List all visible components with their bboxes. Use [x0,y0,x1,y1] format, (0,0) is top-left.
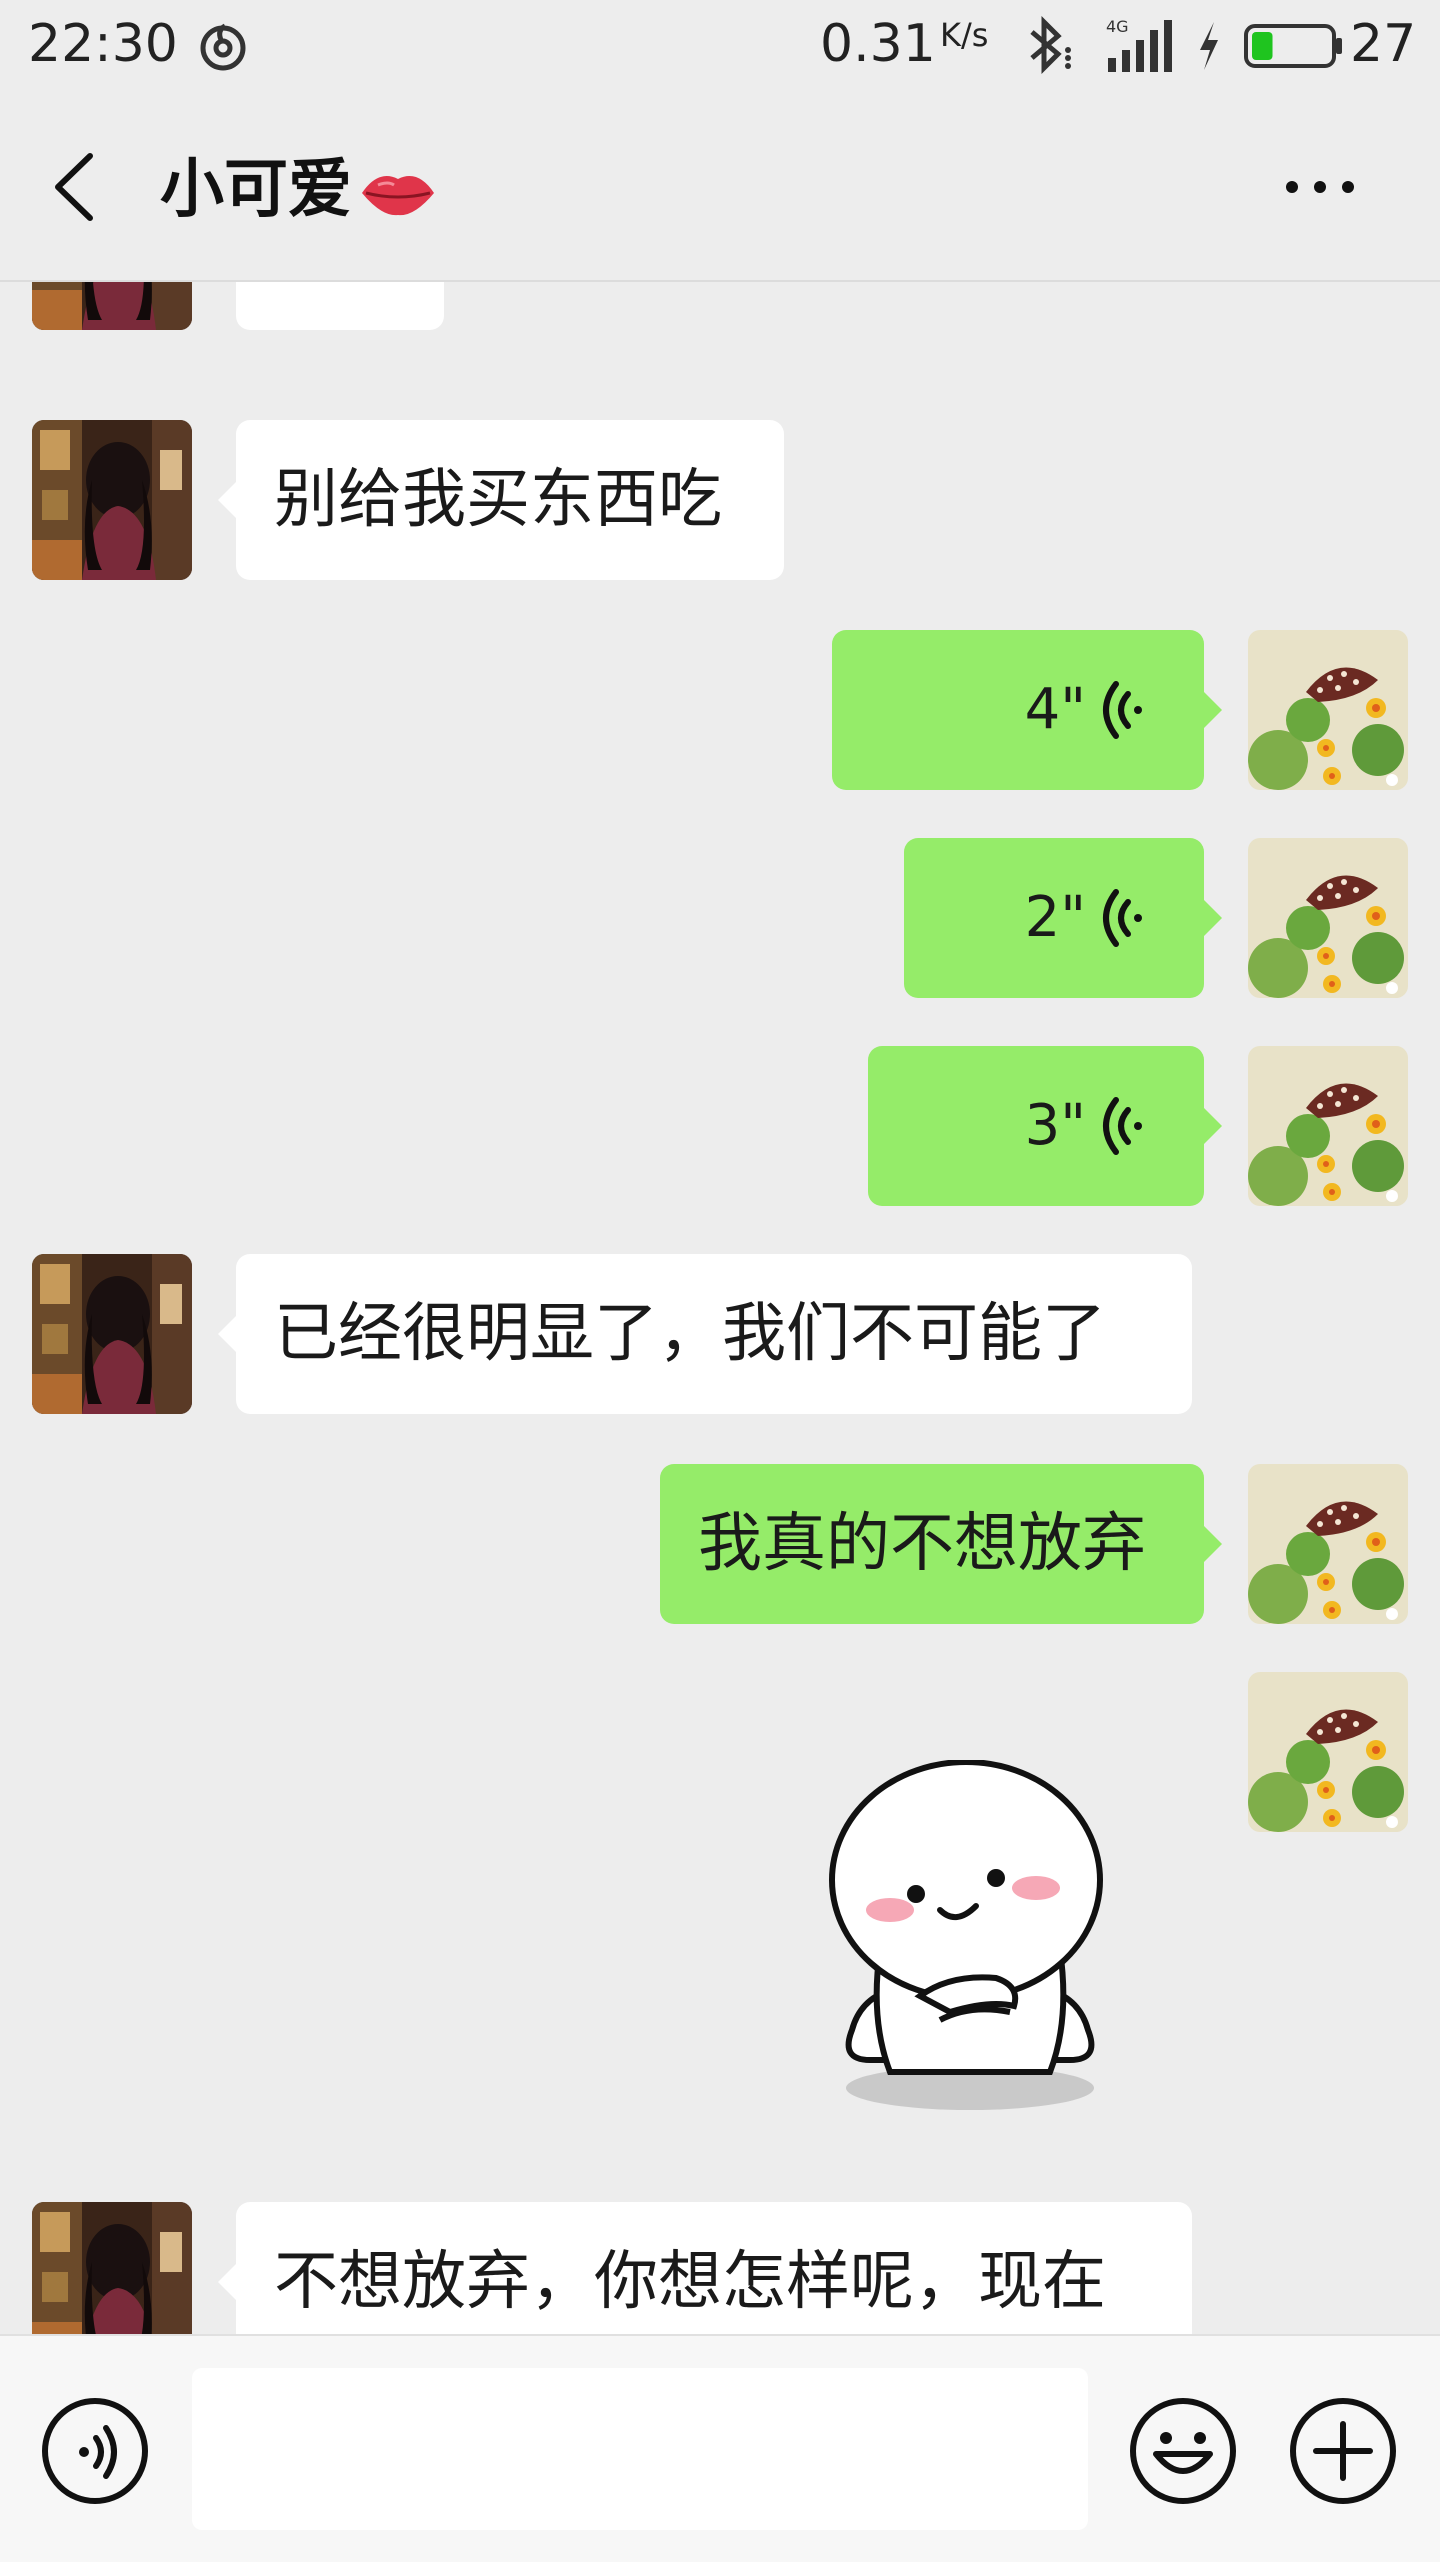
message-outgoing-voice: 2" [0,838,1440,998]
message-incoming: 谢谢 [0,282,1440,330]
chat-header: 小可爱 [0,92,1440,282]
voice-message-bubble[interactable]: 4" [832,630,1222,790]
message-text: 我真的不想放弃 [698,1507,1146,1581]
chat-title[interactable]: 小可爱 [160,138,438,230]
message-text: 不想放弃，你想怎样呢，现在 [274,2245,1106,2319]
voice-duration: 3" [1024,1093,1086,1158]
my-avatar[interactable] [1248,838,1408,998]
message-bubble[interactable]: 别给我买东西吃 [218,420,784,580]
voice-duration: 4" [1024,677,1086,742]
signal-icon: 4G [1106,17,1172,72]
back-arrow-icon[interactable] [40,142,116,232]
contact-avatar[interactable] [32,1254,192,1414]
message-bubble[interactable]: 我真的不想放弃 [660,1464,1222,1624]
signal-label: 4G [1106,17,1129,36]
netease-music-icon [200,23,246,71]
emoji-icon[interactable] [1128,2396,1238,2506]
message-outgoing-sticker [0,1672,1440,2172]
status-time: 22:30 [28,14,178,74]
message-incoming: 别给我买东西吃 [0,420,1440,580]
net-speed-unit: K/s [940,16,989,54]
message-incoming: 不想放弃，你想怎样呢，现在 [0,2202,1440,2334]
message-text: 已经很明显了，我们不可能了 [274,1297,1106,1371]
message-bubble[interactable]: 不想放弃，你想怎样呢，现在 [218,2202,1192,2334]
status-bar: 22:30 0.31 K/s 4G 27 [0,0,1440,92]
message-text: 别给我买东西吃 [274,463,722,537]
my-avatar[interactable] [1248,1672,1408,1832]
more-options-icon[interactable] [1280,172,1360,202]
chat-title-text: 小可爱 [160,153,352,227]
net-speed: 0.31 [820,14,936,74]
message-list[interactable]: 谢谢 别给我买东西吃 4" 2" 3" 已经很明 [0,282,1440,2334]
message-bubble[interactable]: 已经很明显了，我们不可能了 [218,1254,1192,1414]
contact-avatar[interactable] [32,282,192,330]
voice-wave-icon [1098,680,1154,740]
battery-icon [1244,24,1342,68]
my-avatar[interactable] [1248,1464,1408,1624]
voice-wave-icon [1098,888,1154,948]
voice-message-bubble[interactable]: 3" [868,1046,1222,1206]
my-avatar[interactable] [1248,630,1408,790]
lips-icon [362,176,434,216]
message-incoming: 已经很明显了，我们不可能了 [0,1254,1440,1414]
chat-input-bar [0,2334,1440,2562]
message-outgoing: 我真的不想放弃 [0,1464,1440,1624]
message-text: 谢谢 [274,282,402,287]
message-outgoing-voice: 3" [0,1046,1440,1206]
my-avatar[interactable] [1248,1046,1408,1206]
more-functions-plus-icon[interactable] [1288,2396,1398,2506]
shy-bun-sticker[interactable] [800,1760,1140,2120]
charging-icon [1200,22,1218,70]
contact-avatar[interactable] [32,2202,192,2334]
voice-duration: 2" [1024,885,1086,950]
battery-percent: 27 [1350,14,1417,74]
message-outgoing-voice: 4" [0,630,1440,790]
voice-input-toggle-icon[interactable] [40,2396,150,2506]
message-bubble[interactable]: 谢谢 [236,282,444,330]
message-input[interactable] [192,2368,1088,2530]
voice-wave-icon [1098,1096,1154,1156]
voice-message-bubble[interactable]: 2" [904,838,1222,998]
bluetooth-icon [1030,15,1071,75]
contact-avatar[interactable] [32,420,192,580]
